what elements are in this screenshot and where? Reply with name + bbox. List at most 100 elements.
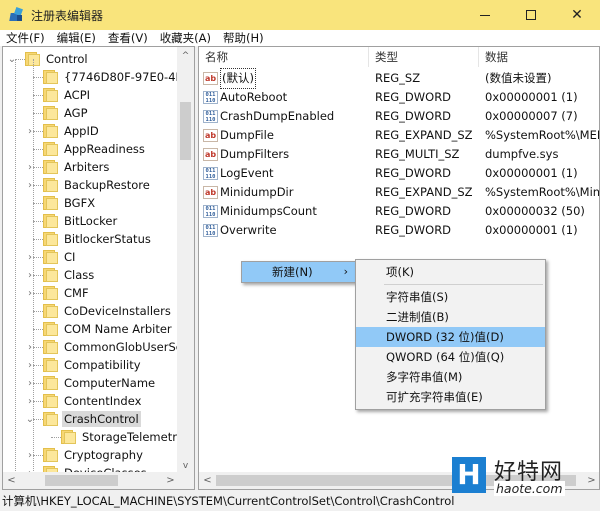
value-data: %SystemRoot%\MEM (485, 128, 600, 142)
folder-icon (43, 124, 59, 138)
maximize-button[interactable] (508, 0, 554, 30)
tree-item-label: BackupRestore (64, 178, 150, 192)
tree-item-label: Arbiters (64, 160, 110, 174)
submenu-item[interactable]: QWORD (64 位)值(Q) (356, 347, 545, 367)
tree-item[interactable]: › CI (3, 248, 179, 266)
tree-item-label: AppReadiness (64, 142, 145, 156)
tree-item[interactable]: {7746D80F-97E0-4E26- (3, 68, 179, 86)
tree-item[interactable]: CoDeviceInstallers (3, 302, 179, 320)
tree-item[interactable]: › Cryptography (3, 446, 179, 464)
value-row[interactable]: 011 110 LogEvent REG_DWORD 0x00000001 (1) (199, 164, 599, 183)
folder-icon (43, 232, 59, 246)
tree-item[interactable]: BitlockerStatus (3, 230, 179, 248)
tree-item-label: ComputerName (64, 376, 156, 390)
value-type: REG_EXPAND_SZ (375, 185, 473, 199)
scroll-right-arrow-icon[interactable]: > (583, 472, 599, 489)
column-header-data[interactable]: 数据 (479, 47, 599, 67)
tree-item[interactable]: › ContentIndex (3, 392, 179, 410)
folder-icon (43, 322, 59, 336)
submenu-item[interactable]: 二进制值(B) (356, 307, 545, 327)
value-row[interactable]: 011 110 CrashDumpEnabled REG_DWORD 0x0000000… (199, 107, 599, 126)
scroll-left-arrow-icon[interactable]: < (199, 472, 216, 489)
folder-icon (43, 250, 59, 264)
menu-help[interactable]: 帮助(H) (217, 30, 270, 46)
value-row[interactable]: ab MinidumpDir REG_EXPAND_SZ %SystemRoot%\M… (199, 183, 599, 202)
tree-item[interactable]: › ComputerName (3, 374, 179, 392)
tree-connector (33, 77, 43, 78)
submenu-item[interactable]: 项(K) (356, 262, 545, 282)
value-type: REG_MULTI_SZ (375, 147, 460, 161)
tree-item[interactable]: ⌄ CrashControl (3, 410, 179, 428)
title-bar: 注册表编辑器 ✕ (0, 0, 600, 30)
folder-icon (43, 178, 59, 192)
tree-connector (33, 95, 43, 96)
column-header-name[interactable]: 名称 (199, 47, 369, 67)
value-name-cell: ab (默认) (199, 68, 369, 89)
value-type: REG_DWORD (375, 166, 452, 180)
tree-connector (33, 311, 43, 312)
scroll-up-arrow-icon[interactable]: ^ (177, 47, 194, 64)
value-name: MinidumpsCount (220, 204, 317, 218)
tree-item[interactable]: › CMF (3, 284, 179, 302)
tree-item[interactable]: ⌄ Control (3, 50, 179, 68)
menu-edit[interactable]: 编辑(E) (51, 30, 102, 46)
submenu-item[interactable]: 字符串值(S) (356, 287, 545, 307)
scroll-left-arrow-icon[interactable]: < (3, 472, 20, 489)
string-value-icon: ab (203, 129, 218, 142)
binary-value-icon: 011 110 (203, 91, 218, 104)
tree-item-label: CMF (64, 286, 89, 300)
tree-item-label: BitlockerStatus (64, 232, 151, 246)
submenu-item[interactable]: 可扩充字符串值(E) (356, 387, 545, 407)
submenu-item[interactable]: DWORD (32 位)值(D) (356, 327, 545, 347)
value-row[interactable]: ab DumpFile REG_EXPAND_SZ %SystemRoot%\MEM (199, 126, 600, 145)
tree-horizontal-scrollbar[interactable]: < > (3, 472, 179, 489)
tree-horizontal-scroll-thumb[interactable] (45, 475, 118, 486)
value-row[interactable]: ab DumpFilters REG_MULTI_SZ dumpfve.sys (199, 145, 599, 164)
tree-item[interactable]: › Compatibility (3, 356, 179, 374)
tree-item[interactable]: ›CommonGlobUserSett (3, 338, 179, 356)
tree-item[interactable]: StorageTelemetry (3, 428, 179, 446)
tree-item-label: BGFX (64, 196, 96, 210)
tree-connector (33, 329, 43, 330)
value-row[interactable]: 011 110 AutoReboot REG_DWORD 0x00000001 (1) (199, 88, 599, 107)
tree-item-label: ContentIndex (64, 394, 142, 408)
menu-item-new[interactable]: 新建(N) › (242, 262, 360, 282)
value-row[interactable]: 011 110 Overwrite REG_DWORD 0x00000001 (1) (199, 221, 599, 240)
tree-connector (33, 455, 43, 456)
value-row[interactable]: ab (默认) REG_SZ (数值未设置) (199, 68, 599, 89)
value-name: MinidumpDir (220, 185, 294, 199)
value-name: DumpFile (220, 128, 274, 142)
string-value-icon: ab (203, 148, 218, 161)
tree-item-label: ACPI (64, 88, 91, 102)
tree-item[interactable]: COM Name Arbiter (3, 320, 179, 338)
tree-vertical-scroll-thumb[interactable] (180, 102, 191, 160)
folder-icon (43, 160, 59, 174)
tree-item-label: BitLocker (64, 214, 118, 228)
tree-item-label: CI (64, 250, 76, 264)
tree-connector (33, 401, 43, 402)
tree-connector (15, 59, 25, 60)
tree-item[interactable]: › BackupRestore (3, 176, 179, 194)
tree-item[interactable]: BGFX (3, 194, 179, 212)
tree-item[interactable]: AppReadiness (3, 140, 179, 158)
tree-item[interactable]: AGP (3, 104, 179, 122)
tree-item[interactable]: › Arbiters (3, 158, 179, 176)
folder-icon (43, 106, 59, 120)
tree-vertical-scrollbar[interactable]: ^ v (177, 47, 194, 474)
minimize-icon (480, 14, 490, 16)
column-header-type[interactable]: 类型 (369, 47, 479, 67)
tree-item[interactable]: BitLocker (3, 212, 179, 230)
tree-connector (33, 131, 43, 132)
close-button[interactable]: ✕ (554, 0, 600, 30)
menu-file[interactable]: 文件(F) (0, 30, 51, 46)
tree-item[interactable]: › Class (3, 266, 179, 284)
menu-favorites[interactable]: 收藏夹(A) (154, 30, 217, 46)
value-row[interactable]: 011 110 MinidumpsCount REG_DWORD 0x00000032 … (199, 202, 599, 221)
value-type: REG_DWORD (375, 223, 452, 237)
submenu-item[interactable]: 多字符串值(M) (356, 367, 545, 387)
string-value-icon: ab (203, 186, 218, 199)
tree-item[interactable]: › AppID (3, 122, 179, 140)
menu-view[interactable]: 查看(V) (102, 30, 154, 46)
minimize-button[interactable] (462, 0, 508, 30)
tree-item[interactable]: ACPI (3, 86, 179, 104)
